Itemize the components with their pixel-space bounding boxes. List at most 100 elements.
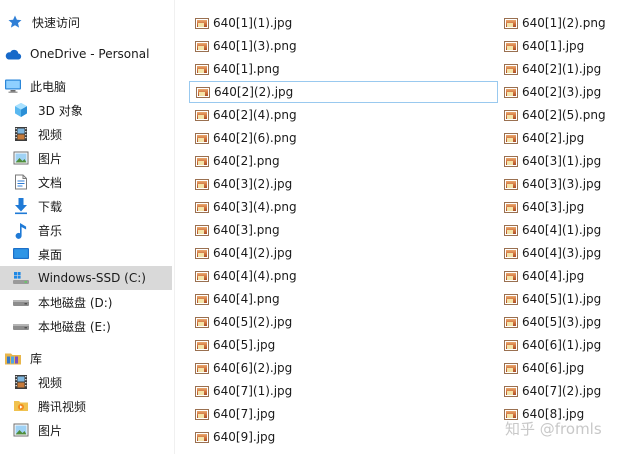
file-item[interactable]: 640[3](4).png [189,196,498,218]
file-name: 640[2].png [213,154,280,168]
file-item[interactable]: 640[2](1).jpg [498,58,636,80]
windows-drive-icon [12,269,30,287]
nav-item-15[interactable]: 腾讯视频 [0,394,172,418]
folder-icon [12,397,30,415]
file-name: 640[4].png [213,292,280,306]
file-name: 640[6](1).jpg [522,338,602,352]
file-name: 640[7].jpg [213,407,276,421]
file-item[interactable]: 640[1].jpg [498,35,636,57]
file-item[interactable]: 640[6](1).jpg [498,334,636,356]
image-file-icon [504,362,518,374]
nav-item-10[interactable]: Windows-SSD (C:) [0,266,172,290]
nav-item-label: 腾讯视频 [38,399,87,414]
image-file-icon [195,316,209,328]
nav-item-14[interactable]: 视频 [0,370,172,394]
image-file-icon [504,17,518,29]
file-item[interactable]: 640[4].png [189,288,498,310]
image-file-icon [504,224,518,236]
file-name: 640[4](4).png [213,269,297,283]
file-name: 640[2](3).jpg [522,85,602,99]
file-item[interactable]: 640[4].jpg [498,265,636,287]
nav-item-label: 音乐 [38,223,63,238]
file-item[interactable]: 640[2](6).png [189,127,498,149]
file-item[interactable]: 640[4](1).jpg [498,219,636,241]
nav-item-1[interactable]: OneDrive - Personal [0,42,172,66]
star-icon [6,13,24,31]
file-item[interactable]: 640[9].jpg [189,426,498,448]
nav-item-label: 本地磁盘 (E:) [38,319,111,334]
nav-item-8[interactable]: 音乐 [0,218,172,242]
nav-item-11[interactable]: 本地磁盘 (D:) [0,290,172,314]
file-item[interactable]: 640[6].jpg [498,357,636,379]
file-item[interactable]: 640[3].jpg [498,196,636,218]
cloud-icon [4,45,22,63]
image-file-icon [504,293,518,305]
nav-item-7[interactable]: 下载 [0,194,172,218]
desktop-icon [12,245,30,263]
nav-item-4[interactable]: 视频 [0,122,172,146]
file-name: 640[9].jpg [213,430,276,444]
file-item[interactable]: 640[5](1).jpg [498,288,636,310]
file-item[interactable]: 640[4](3).jpg [498,242,636,264]
nav-item-label: 下载 [38,199,63,214]
file-name: 640[1](3).png [213,39,297,53]
nav-item-6[interactable]: 文档 [0,170,172,194]
file-item[interactable]: 640[6](2).jpg [189,357,498,379]
file-item[interactable]: 640[4](2).jpg [189,242,498,264]
nav-item-3[interactable]: 3D 对象 [0,98,172,122]
image-file-icon [504,132,518,144]
nav-item-16[interactable]: 图片 [0,418,172,442]
music-icon [12,221,30,239]
file-item[interactable]: 640[1](3).png [189,35,498,57]
image-file-icon [195,224,209,236]
image-file-icon [195,155,209,167]
file-name: 640[3].jpg [522,200,585,214]
file-name: 640[2](6).png [213,131,297,145]
file-item[interactable]: 640[2].jpg [498,127,636,149]
file-item[interactable]: 640[5](3).jpg [498,311,636,333]
image-file-icon [504,40,518,52]
file-name: 640[3](2).jpg [213,177,293,191]
nav-item-label: 图片 [38,151,63,166]
file-name: 640[2](5).png [522,108,606,122]
file-item[interactable]: 640[1](2).png [498,12,636,34]
file-item[interactable]: 640[2](3).jpg [498,81,636,103]
nav-item-5[interactable]: 图片 [0,146,172,170]
file-item[interactable]: 640[7].jpg [189,403,498,425]
file-item[interactable]: 640[2](4).png [189,104,498,126]
nav-item-9[interactable]: 桌面 [0,242,172,266]
image-file-icon [195,63,209,75]
file-item[interactable]: 640[2](5).png [498,104,636,126]
file-item[interactable]: 640[3](1).jpg [498,150,636,172]
file-name: 640[1].jpg [522,39,585,53]
image-file-icon [195,431,209,443]
file-item[interactable]: 640[2](2).jpg [189,81,498,103]
file-item[interactable]: 640[3](2).jpg [189,173,498,195]
nav-item-13[interactable]: 库 [0,346,172,370]
file-item[interactable]: 640[3](3).jpg [498,173,636,195]
image-file-icon [195,201,209,213]
file-item[interactable]: 640[3].png [189,219,498,241]
file-item[interactable]: 640[7](2).jpg [498,380,636,402]
nav-item-label: 视频 [38,127,63,142]
file-item[interactable]: 640[7](1).jpg [189,380,498,402]
file-item[interactable]: 640[2].png [189,150,498,172]
nav-item-12[interactable]: 本地磁盘 (E:) [0,314,172,338]
file-item[interactable]: 640[5].jpg [189,334,498,356]
file-item[interactable]: 640[5](2).jpg [189,311,498,333]
pane-divider [174,0,175,454]
file-item[interactable]: 640[4](4).png [189,265,498,287]
film-icon [12,125,30,143]
nav-item-0[interactable]: 快速访问 [0,10,172,34]
nav-item-label: 库 [30,351,43,366]
file-item[interactable]: 640[1].png [189,58,498,80]
file-name: 640[6](2).jpg [213,361,293,375]
picture-icon [12,149,30,167]
file-item[interactable]: 640[1](1).jpg [189,12,498,34]
file-name: 640[2](4).png [213,108,297,122]
image-file-icon [195,178,209,190]
nav-item-label: 视频 [38,375,63,390]
image-file-icon [504,178,518,190]
nav-item-2[interactable]: 此电脑 [0,74,172,98]
image-file-icon [504,201,518,213]
